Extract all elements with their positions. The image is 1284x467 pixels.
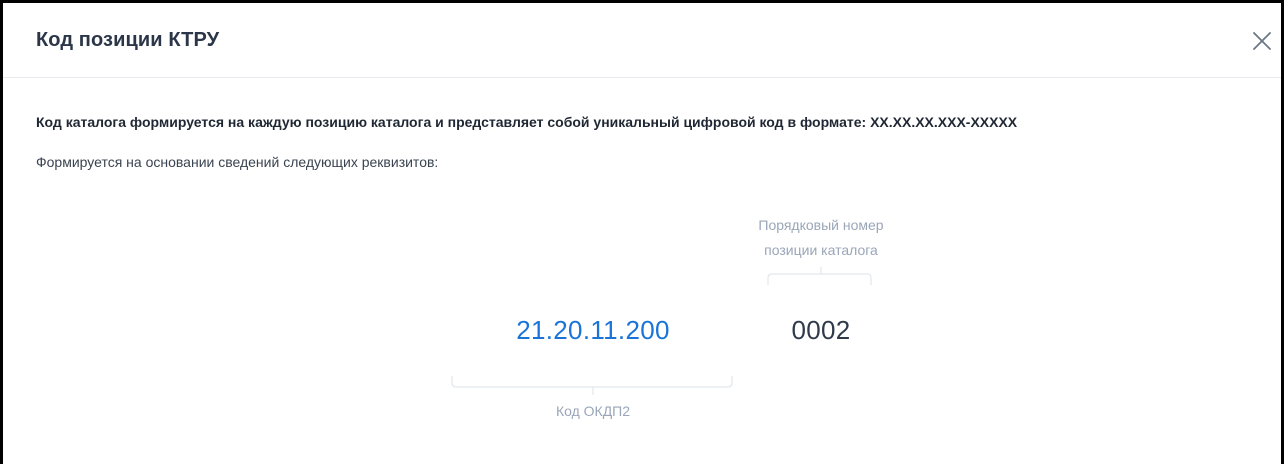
- diagram-brackets: [451, 267, 872, 395]
- okpd-code-label: Код ОКДП2: [555, 403, 631, 419]
- code-structure-diagram: Порядковый номер позиции каталога 21.20.…: [3, 3, 1281, 467]
- okpd-code-value: 21.20.11.200: [516, 315, 670, 345]
- position-bracket: [767, 267, 872, 285]
- okpd-bracket: [451, 376, 733, 395]
- ktru-code-dialog: Код позиции КТРУ Код каталога формируетс…: [0, 0, 1284, 464]
- position-code-value: 0002: [791, 315, 851, 345]
